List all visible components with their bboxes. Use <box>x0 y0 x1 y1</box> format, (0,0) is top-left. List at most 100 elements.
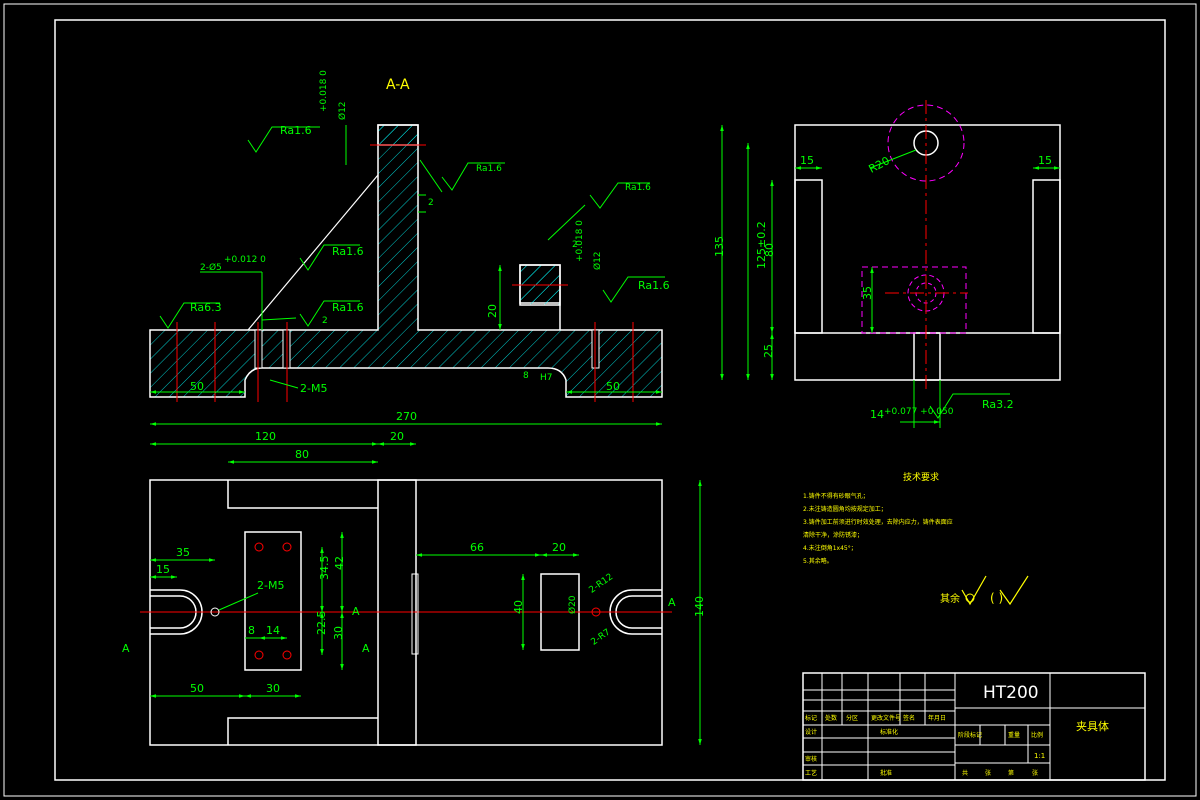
dim-15-right: 15 <box>1038 154 1052 167</box>
dim-20-right: 20 <box>552 541 566 554</box>
section-view-a-a: A-A 50 50 20 2-M5 8 H7 2 2 2 Ø12 +0.018 … <box>149 70 663 402</box>
dim-50-right: 50 <box>606 380 620 393</box>
dim-270: 270 <box>396 410 417 423</box>
dim-m5-plan: 2-M5 <box>257 579 284 592</box>
hole-plan-1 <box>254 542 264 552</box>
tb-approve: 批准 <box>880 769 892 777</box>
dim-phi12-mid-tol: +0.018 0 <box>575 220 585 262</box>
tech-item-6: 5.其余略。 <box>803 557 833 565</box>
hole-plan-2 <box>282 542 292 552</box>
dim-2-a: 2 <box>428 198 434 208</box>
dim-phi5: 2-Ø5 <box>200 262 222 273</box>
tb-weight: 重量 <box>1008 731 1020 739</box>
dim-phi12-mid: Ø12 <box>592 251 603 270</box>
dim-phi12-top-tol: +0.018 0 <box>319 70 329 112</box>
roughness-6: Ra1.6 <box>638 279 670 292</box>
dim-50-left: 50 <box>190 380 204 393</box>
tech-requirements: 技术要求 1.铸件不得有砂眼气孔； 2.未注铸造圆角均按规定加工； 3.铸件加工… <box>803 471 1029 606</box>
label-a-right: A <box>668 596 676 609</box>
dim-30-v: 30 <box>332 626 345 640</box>
dim-34-5: 34.5 <box>318 556 331 581</box>
tb-designer: 设计 <box>805 728 817 736</box>
dim-50-plan: 50 <box>190 682 204 695</box>
riser-top <box>377 124 419 146</box>
roughness-3: Ra1.6 <box>625 183 651 193</box>
tb-audit: 审核 <box>805 755 817 763</box>
dim-22-5: 22.5 <box>315 611 328 636</box>
tb-sheets-total: 共 <box>962 769 968 777</box>
tb-c5: 签名 <box>903 714 915 722</box>
tb-scale: 1:1 <box>1034 752 1045 760</box>
tb-craft: 工艺 <box>805 769 817 777</box>
dim-35-side: 35 <box>861 286 874 300</box>
label-a-mid1: A <box>352 605 360 618</box>
plate-plan <box>244 531 302 671</box>
roughness-8: Ra3.2 <box>982 398 1014 411</box>
tech-item-2: 2.未注铸造圆角均按规定加工； <box>803 505 887 513</box>
tb-stage: 阶段标记 <box>958 731 982 739</box>
dim-8: 8 <box>523 371 529 381</box>
dim-15: 15 <box>156 563 170 576</box>
dim-8-plan: 8 <box>248 624 255 637</box>
tech-title: 技术要求 <box>903 471 939 483</box>
side-hidden-rect <box>861 266 967 334</box>
tb-c6: 年月日 <box>928 714 946 722</box>
plan-view: 270 120 20 80 66 20 35 15 2-M5 34.5 42 2… <box>122 410 706 746</box>
dim-r7: 2-R7 <box>590 627 613 647</box>
dim-m5-sec: 2-M5 <box>300 382 327 395</box>
roughness-7: Ra6.3 <box>190 301 222 314</box>
dim-120: 120 <box>255 430 276 443</box>
dim-14-tol: +0.077 +0.050 <box>884 407 954 417</box>
roughness-4: Ra1.6 <box>332 245 364 258</box>
other-roughness-paren: ( ) <box>990 591 1003 605</box>
part-name: 夹具体 <box>1076 719 1109 733</box>
tb-c1: 标记 <box>805 714 817 722</box>
tech-item-1: 1.铸件不得有砂眼气孔； <box>803 492 869 500</box>
tb-c3: 分区 <box>846 714 858 722</box>
dim-25: 25 <box>762 344 775 358</box>
label-a-left: A <box>122 642 130 655</box>
dim-80-side: 80 <box>763 243 776 257</box>
side-view: 135 125±0.2 80 25 35 15 15 R20 14 +0.077… <box>713 100 1061 428</box>
dim-14: 14 <box>266 624 280 637</box>
dim-42: 42 <box>333 556 346 570</box>
material: HT200 <box>983 683 1039 703</box>
label-a-mid2: A <box>362 642 370 655</box>
tb-ratio: 比例 <box>1031 731 1043 739</box>
tech-item-5: 4.未注倒角1x45°； <box>803 544 857 552</box>
hole-plan-4 <box>282 650 292 660</box>
dim-phi12-top: Ø12 <box>337 101 348 120</box>
tb-standard: 标准化 <box>880 728 898 736</box>
dim-r12: 2-R12 <box>588 572 616 595</box>
side-slot <box>913 332 941 381</box>
dim-2-c: 2 <box>322 316 328 326</box>
dim-80: 80 <box>295 448 309 461</box>
dim-30-plan: 30 <box>266 682 280 695</box>
dim-phi5-tol: +0.012 0 <box>224 255 266 265</box>
dim-40: 40 <box>512 600 525 614</box>
tech-item-4: 清除干净，涂防锈漆； <box>803 531 863 539</box>
roughness-1: Ra1.6 <box>280 124 312 137</box>
dim-phi20: Ø20 <box>567 595 578 614</box>
dim-20-v: 20 <box>486 304 499 318</box>
dim-66: 66 <box>470 541 484 554</box>
other-roughness-label: 其余 <box>940 592 960 605</box>
dim-14-side: 14 <box>870 408 884 421</box>
dim-line <box>269 379 299 389</box>
tech-item-3: 3.铸件加工前须进行时效处理，去除内应力，铸件表面应 <box>803 518 953 526</box>
dim-35: 35 <box>176 546 190 559</box>
tb-sheet: 张 <box>985 769 991 777</box>
roughness-2: Ra1.6 <box>476 164 502 174</box>
dim-r20: R20 <box>867 154 892 176</box>
section-label: A-A <box>386 77 410 93</box>
dim-140: 140 <box>693 596 706 617</box>
tb-c2: 处数 <box>825 714 837 722</box>
hole-plan-3 <box>254 650 264 660</box>
plan-small-rect <box>411 573 419 655</box>
dim-20-top: 20 <box>390 430 404 443</box>
tb-sheet-num: 第 <box>1008 769 1014 777</box>
roughness-check-icon-2 <box>999 575 1029 606</box>
roughness-5: Ra1.6 <box>332 301 364 314</box>
side-left-post <box>794 179 823 334</box>
tb-sheet-of: 张 <box>1032 769 1038 777</box>
